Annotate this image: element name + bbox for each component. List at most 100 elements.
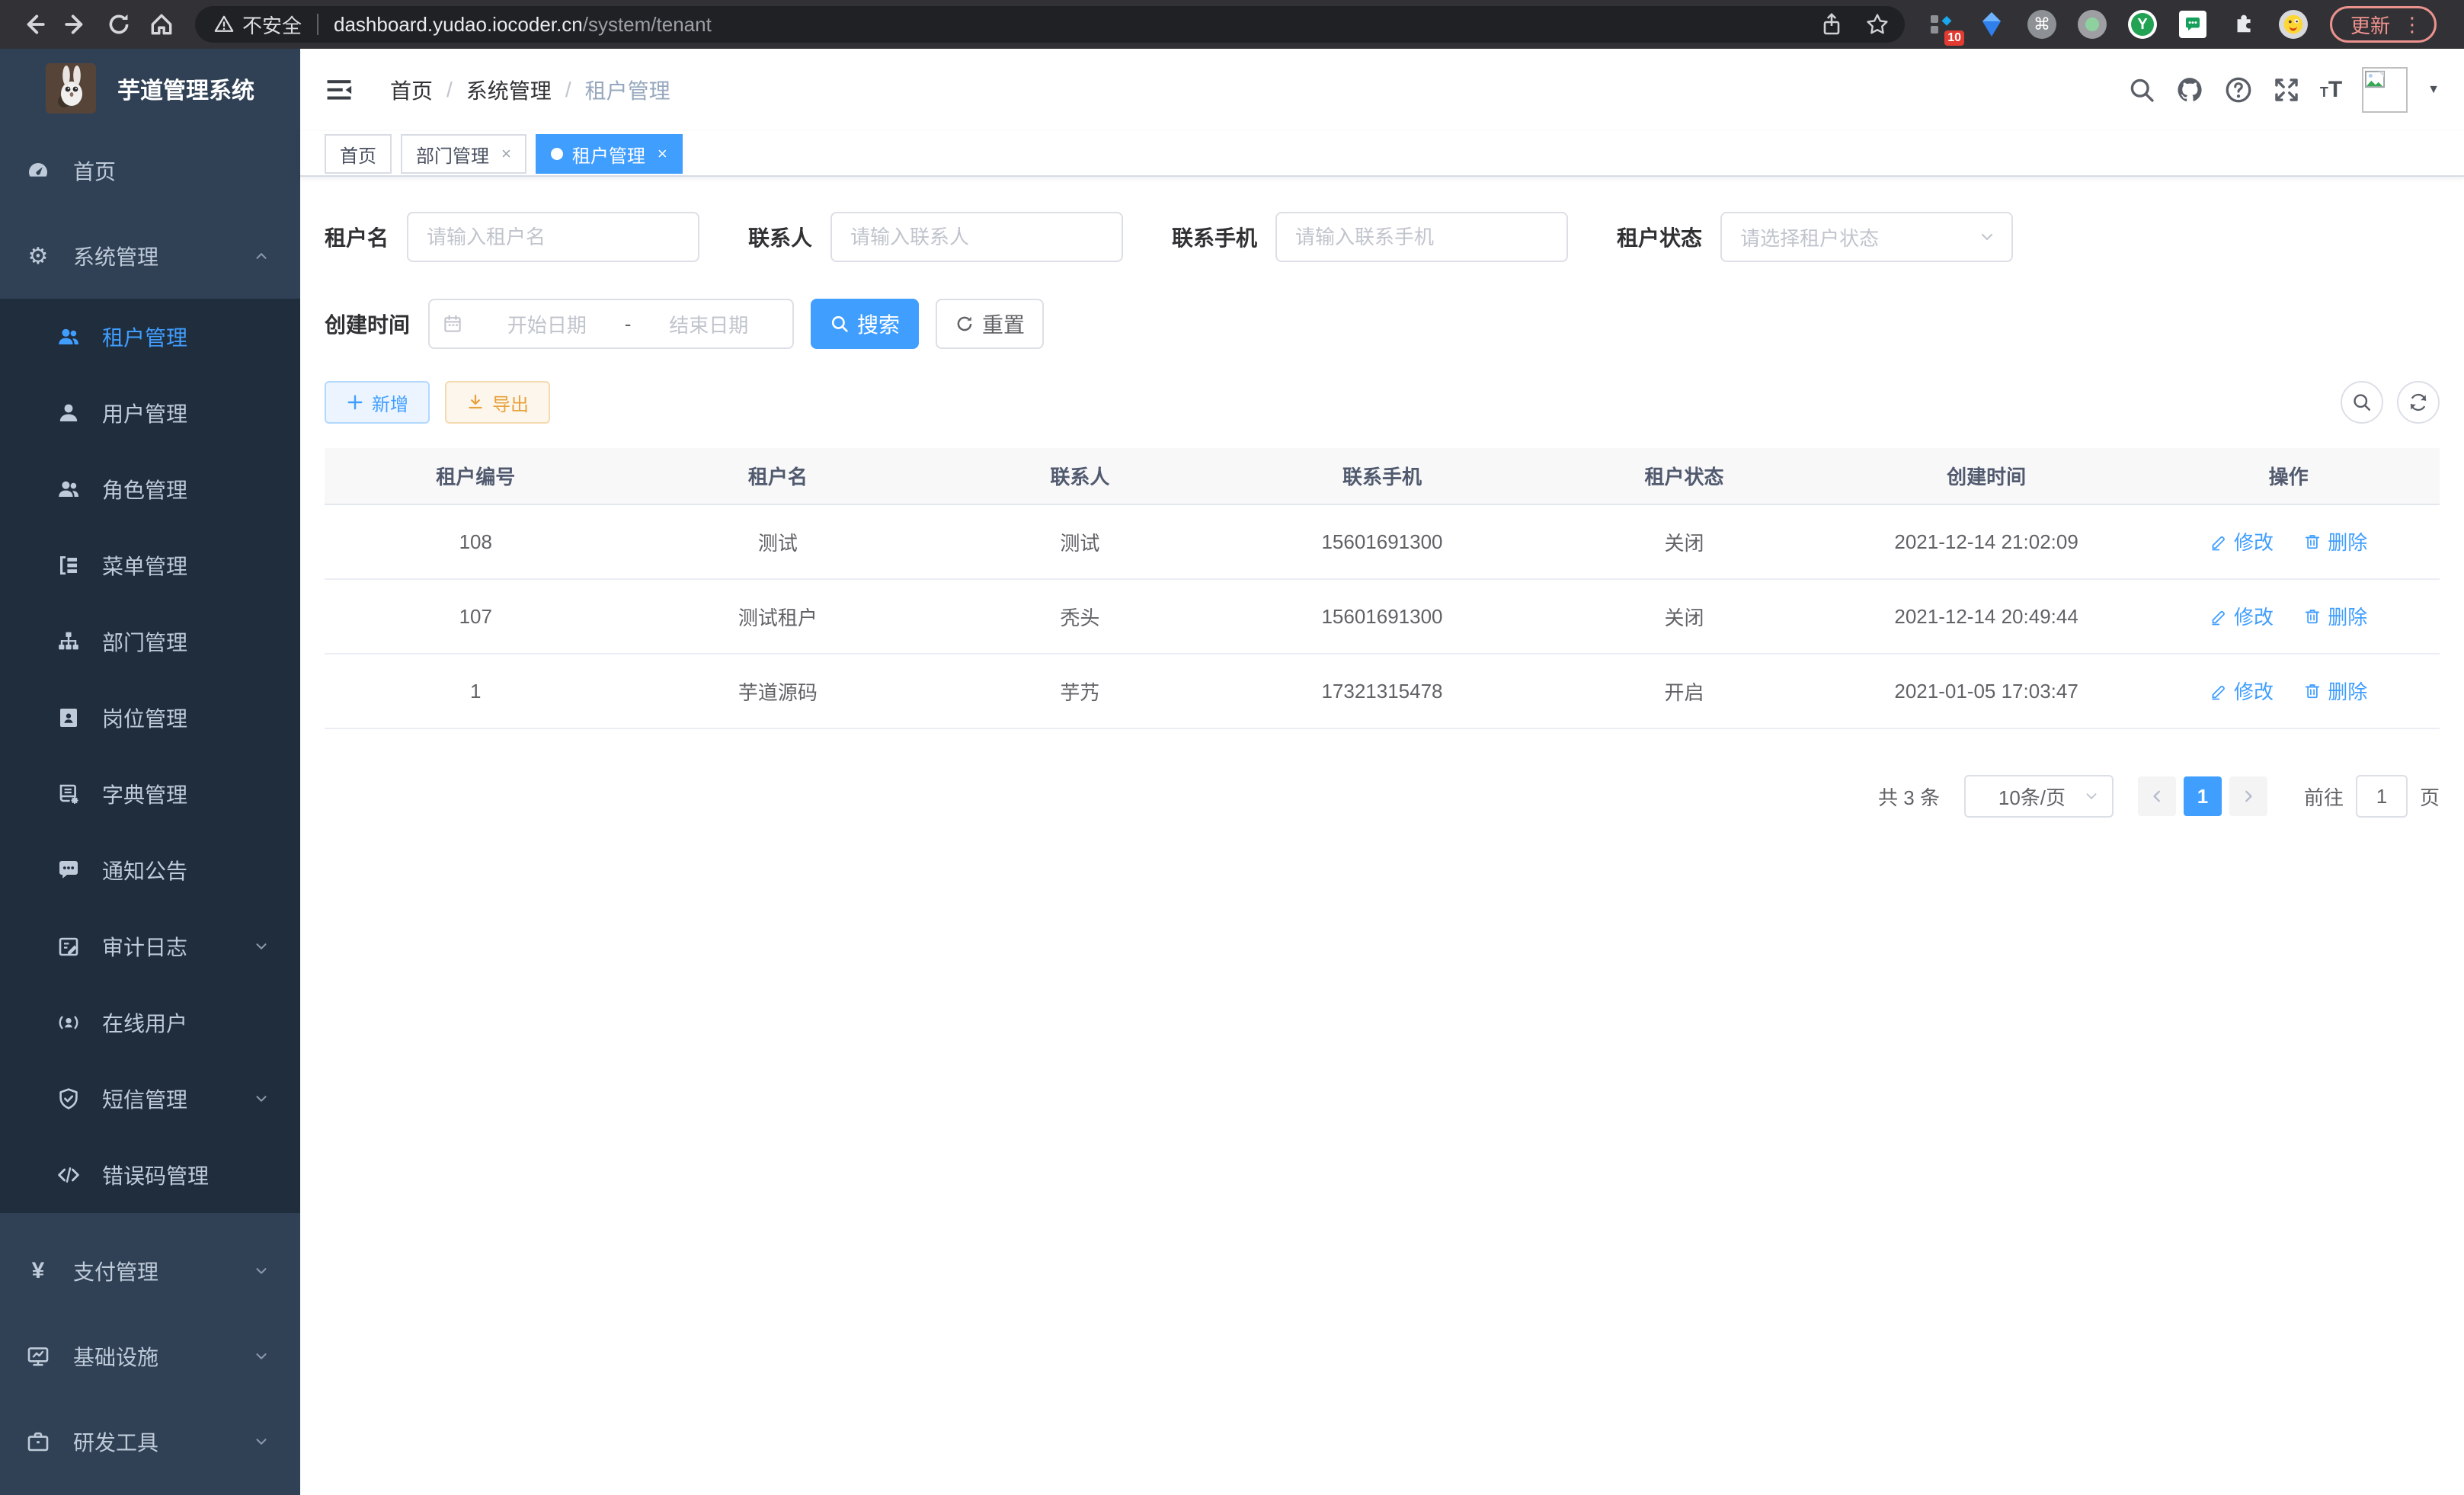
delete-link[interactable]: 删除 xyxy=(2303,527,2367,555)
tab-home[interactable]: 首页 xyxy=(325,134,392,174)
security-indicator[interactable]: 不安全 xyxy=(213,11,302,39)
browser-home-icon[interactable] xyxy=(140,3,183,46)
breadcrumb-home[interactable]: 首页 xyxy=(390,75,433,105)
gear-icon: ⚙ xyxy=(26,243,50,270)
main-area: 首页 / 系统管理 / 租户管理 xyxy=(300,49,2464,1495)
extension-y-icon[interactable]: Y xyxy=(2127,9,2158,40)
extension-kite-icon[interactable] xyxy=(1976,9,2007,40)
contact-input[interactable] xyxy=(830,212,1123,262)
cell-contact: 秃头 xyxy=(929,579,1231,654)
sidebar-item-infra[interactable]: 基础设施 xyxy=(0,1314,300,1399)
search-button[interactable]: 搜索 xyxy=(811,299,919,349)
add-button[interactable]: 新增 xyxy=(325,381,430,424)
tab-close-icon[interactable]: × xyxy=(658,144,667,164)
pagination-total: 共 3 条 xyxy=(1878,783,1940,811)
chevron-down-icon xyxy=(2083,788,2100,805)
sidebar-item-audit[interactable]: 审计日志 xyxy=(0,908,300,984)
sidebar-item-user[interactable]: 用户管理 xyxy=(0,375,300,451)
status-select[interactable]: 请选择租户状态 xyxy=(1720,212,2013,262)
reset-button[interactable]: 重置 xyxy=(936,299,1044,349)
delete-link[interactable]: 删除 xyxy=(2303,602,2367,630)
extension-blocker-icon[interactable]: 10 xyxy=(1926,9,1957,40)
calendar-icon xyxy=(442,313,463,335)
sidebar-item-pay[interactable]: ¥ 支付管理 xyxy=(0,1228,300,1314)
edit-link[interactable]: 修改 xyxy=(2210,602,2274,630)
chevron-down-icon xyxy=(253,1433,270,1450)
date-range-picker[interactable]: 开始日期 - 结束日期 xyxy=(428,299,794,349)
extension-emoji-icon[interactable] xyxy=(2278,9,2309,40)
col-actions: 操作 xyxy=(2137,448,2440,504)
app-logo-row[interactable]: 芋道管理系统 xyxy=(0,49,300,128)
sidebar-item-errorcode[interactable]: 错误码管理 xyxy=(0,1137,300,1213)
tab-dept[interactable]: 部门管理 × xyxy=(401,134,526,174)
export-button[interactable]: 导出 xyxy=(445,381,550,424)
edit-link[interactable]: 修改 xyxy=(2210,677,2274,705)
tenant-name-input[interactable] xyxy=(407,212,699,262)
cell-actions: 修改 删除 xyxy=(2137,504,2440,579)
extension-puzzle-icon[interactable] xyxy=(2228,9,2258,40)
sidebar-item-dept[interactable]: 部门管理 xyxy=(0,603,300,680)
extension-command-icon[interactable]: ⌘ xyxy=(2027,9,2057,40)
sidebar-item-online[interactable]: 在线用户 xyxy=(0,984,300,1061)
sidebar-collapse-icon[interactable] xyxy=(325,75,354,104)
header-actions: TT ▼ xyxy=(2128,67,2440,113)
browser-back-icon[interactable] xyxy=(12,3,55,46)
edit-pencil-icon xyxy=(2210,607,2228,626)
sidebar-item-label: 审计日志 xyxy=(102,931,187,962)
sidebar-item-notice[interactable]: 通知公告 xyxy=(0,832,300,908)
table-row: 107 测试租户 秃头 15601691300 关闭 2021-12-14 20… xyxy=(325,579,2440,654)
page-size-select[interactable]: 10条/页 xyxy=(1964,775,2114,818)
date-start-placeholder[interactable]: 开始日期 xyxy=(475,310,619,338)
fullscreen-icon[interactable] xyxy=(2273,76,2300,104)
extension-badge: 10 xyxy=(1944,30,1964,46)
next-page-button[interactable] xyxy=(2229,776,2267,816)
devtool-briefcase-icon xyxy=(26,1429,50,1454)
browser-menu-dots-icon[interactable]: ⋮ xyxy=(2402,13,2422,37)
mobile-input[interactable] xyxy=(1275,212,1568,262)
col-tenant-id: 租户编号 xyxy=(325,448,627,504)
extension-chat-icon[interactable] xyxy=(2178,9,2208,40)
contact-label: 联系人 xyxy=(748,222,812,252)
tab-tenant[interactable]: 租户管理 × xyxy=(536,134,683,174)
sidebar-item-tenant[interactable]: 租户管理 xyxy=(0,299,300,375)
status-select-placeholder: 请选择租户状态 xyxy=(1740,223,1978,251)
date-end-placeholder[interactable]: 结束日期 xyxy=(637,310,780,338)
avatar[interactable] xyxy=(2362,67,2408,113)
bookmark-star-icon[interactable] xyxy=(1865,12,1890,37)
browser-reload-icon[interactable] xyxy=(98,3,140,46)
address-bar[interactable]: 不安全 dashboard.yudao.iocoder.cn/system/te… xyxy=(195,6,1905,43)
sidebar-item-role[interactable]: 角色管理 xyxy=(0,451,300,527)
cell-tenant-name: 芋道源码 xyxy=(627,654,930,728)
breadcrumb-system[interactable]: 系统管理 xyxy=(466,75,552,105)
refresh-table-icon[interactable] xyxy=(2397,381,2440,424)
current-page-button[interactable]: 1 xyxy=(2184,776,2222,816)
edit-link[interactable]: 修改 xyxy=(2210,527,2274,555)
avatar-dropdown-caret-icon[interactable]: ▼ xyxy=(2427,83,2440,97)
tabs-bar: 首页 部门管理 × 租户管理 × xyxy=(300,131,2464,177)
delete-link[interactable]: 删除 xyxy=(2303,677,2367,705)
extension-dot-icon[interactable] xyxy=(2077,9,2107,40)
help-question-icon[interactable] xyxy=(2224,75,2253,104)
chevron-down-icon xyxy=(253,1263,270,1279)
github-icon[interactable] xyxy=(2175,75,2204,104)
browser-update-button[interactable]: 更新 ⋮ xyxy=(2330,6,2437,43)
sidebar-item-menu[interactable]: 菜单管理 xyxy=(0,527,300,603)
header-search-icon[interactable] xyxy=(2128,76,2155,104)
share-icon[interactable] xyxy=(1819,12,1844,37)
sidebar-item-post[interactable]: 岗位管理 xyxy=(0,680,300,756)
sidebar-item-label: 角色管理 xyxy=(102,474,187,504)
sidebar-item-system[interactable]: ⚙ 系统管理 xyxy=(0,213,300,299)
sidebar-item-sms[interactable]: 短信管理 xyxy=(0,1061,300,1137)
sidebar-item-dict[interactable]: 字典管理 xyxy=(0,756,300,832)
font-size-icon[interactable]: TT xyxy=(2320,77,2342,103)
prev-page-button[interactable] xyxy=(2138,776,2176,816)
sidebar-item-home[interactable]: 首页 xyxy=(0,128,300,213)
tab-close-icon[interactable]: × xyxy=(501,144,511,164)
audit-log-icon xyxy=(56,934,81,959)
show-search-toggle-icon[interactable] xyxy=(2341,381,2383,424)
page: 芋道管理系统 首页 ⚙ 系统管理 xyxy=(0,49,2464,1495)
browser-toolbar: 不安全 dashboard.yudao.iocoder.cn/system/te… xyxy=(0,0,2464,49)
goto-page-input[interactable] xyxy=(2356,775,2408,818)
browser-forward-icon[interactable] xyxy=(55,3,98,46)
sidebar-item-devtool[interactable]: 研发工具 xyxy=(0,1399,300,1484)
